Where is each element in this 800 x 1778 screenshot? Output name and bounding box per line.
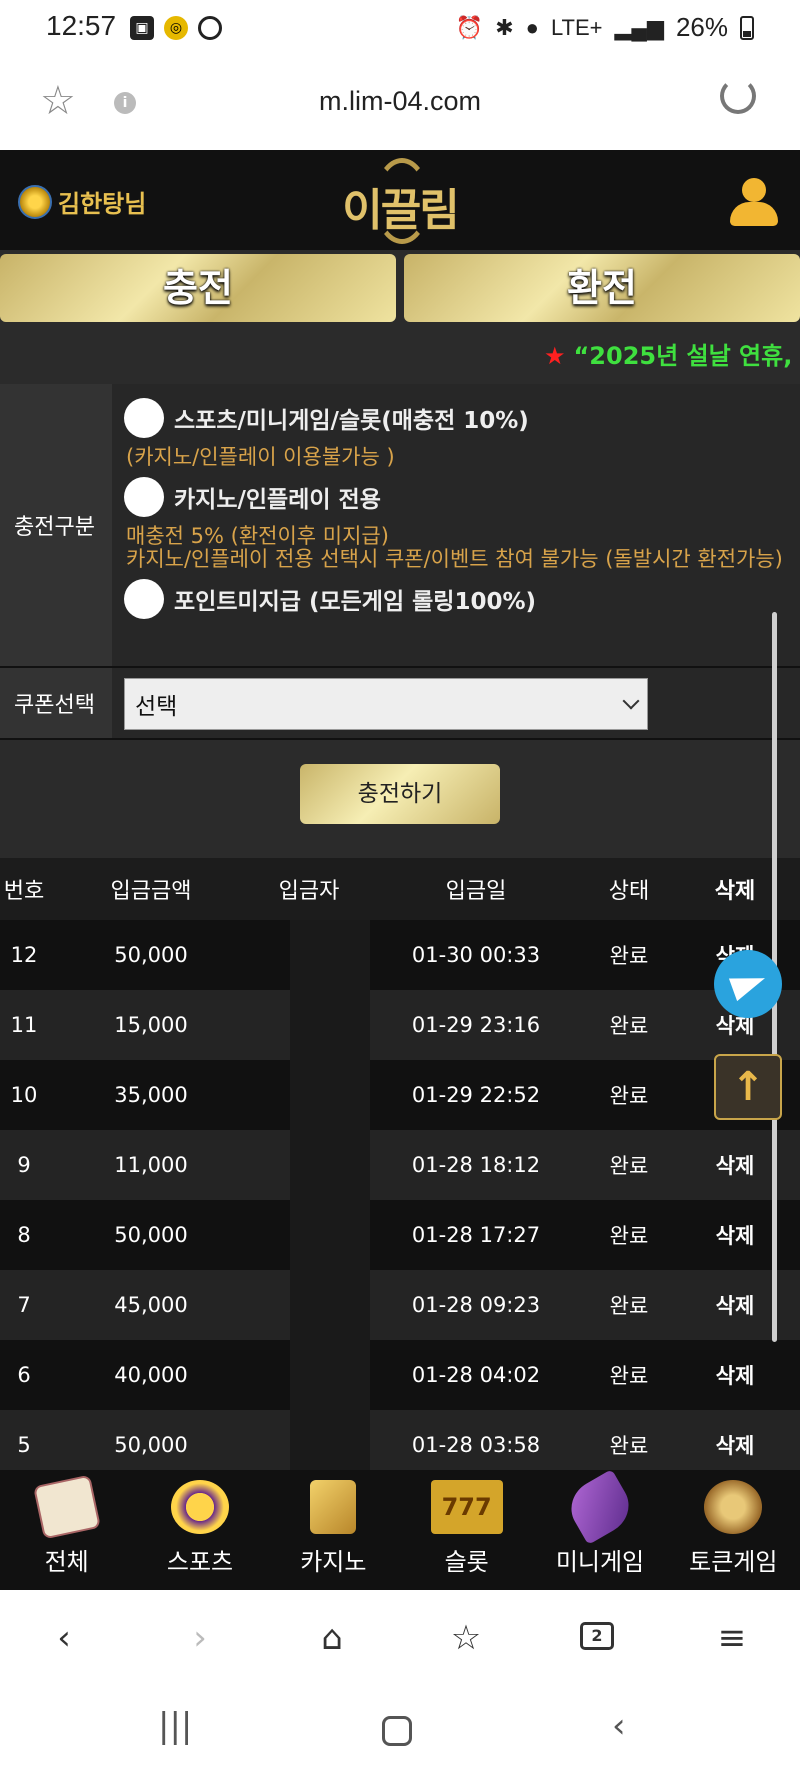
header-no: 번호 — [3, 879, 45, 904]
level-badge-icon — [18, 184, 52, 219]
option-label: 스포츠/미니게임/슬롯(매충전 10%) — [174, 408, 529, 434]
table-row: 10 35,000 01-29 22:52 완료 삭제 — [0, 1060, 800, 1130]
browser-bottom-bar: ‹ › ⌂ ☆ 2 ≡ — [0, 1590, 800, 1678]
table-row: 7 45,000 01-28 09:23 완료 삭제 — [0, 1270, 800, 1340]
system-back-icon[interactable]: ‹ — [612, 1706, 626, 1746]
nav-item-minigame[interactable]: 미니게임 — [533, 1469, 666, 1590]
option-no-point[interactable]: 포인트미지급 (모든게임 롤링100%) — [124, 575, 790, 623]
battery-label: 26% — [675, 12, 728, 42]
user-name: 김한탕님 — [58, 190, 147, 218]
header-delete: 삭제 — [714, 879, 756, 904]
nav-item-sports[interactable]: 스포츠 — [133, 1470, 266, 1590]
card-icon — [310, 1480, 357, 1534]
table-row: 9 11,000 01-28 18:12 완료 삭제 — [0, 1130, 800, 1200]
status-time: 12:57 — [46, 10, 117, 41]
battery-icon — [740, 15, 754, 40]
option-sports[interactable]: 스포츠/미니게임/슬롯(매충전 10%) — [124, 394, 790, 442]
delete-button[interactable]: 삭제 — [670, 1290, 800, 1320]
nav-item-all[interactable]: 전체 — [0, 1470, 133, 1590]
reload-icon[interactable] — [720, 78, 756, 114]
coupon-select[interactable]: 선택 — [124, 678, 648, 730]
tabs-icon[interactable]: 2 — [580, 1622, 614, 1650]
rocket-icon — [561, 1469, 639, 1545]
nav-item-token-game[interactable]: 토큰게임 — [667, 1470, 800, 1590]
star-icon: ★ — [544, 342, 566, 370]
menu-icon[interactable]: ≡ — [712, 1618, 752, 1658]
alarm-icon: ⏰ — [455, 14, 484, 40]
soccer-ball-icon — [170, 1480, 229, 1534]
table-row: 8 50,000 01-28 17:27 완료 삭제 — [0, 1200, 800, 1270]
option-label: 포인트미지급 (모든게임 롤링100%) — [174, 589, 537, 615]
dice-icon — [32, 1474, 101, 1540]
telegram-icon[interactable] — [714, 950, 782, 1018]
system-nav-bar: ||| ‹ — [0, 1678, 800, 1778]
option-note: (카지노/인플레이 이용불가능 ) — [126, 445, 395, 469]
deposit-form: 충전구분 스포츠/미니게임/슬롯(매충전 10%) (카지노/인플레이 이용불가… — [0, 384, 800, 740]
coupon-selected-value: 선택 — [135, 694, 178, 720]
logo-text: 이끌림 — [342, 185, 459, 236]
deposit-withdraw-tabs: 충전 환전 — [0, 254, 800, 324]
steering-wheel-outline-icon — [198, 16, 222, 40]
steering-wheel-icon: ◎ — [164, 16, 188, 40]
header-date: 입금일 — [445, 879, 507, 904]
system-home-icon[interactable] — [382, 1716, 412, 1746]
coupon-row: 쿠폰선택 선택 — [0, 668, 800, 740]
table-row: 12 50,000 01-30 00:33 완료 삭제 — [0, 920, 800, 990]
location-icon: ● — [525, 14, 539, 40]
coupon-label: 쿠폰선택 — [0, 668, 112, 738]
slot-777-icon: 777 — [430, 1480, 503, 1534]
delete-button[interactable]: 삭제 — [670, 1430, 800, 1460]
forward-icon[interactable]: › — [180, 1618, 220, 1658]
header-amount: 입금금액 — [110, 879, 192, 904]
deposit-submit-button[interactable]: 충전하기 — [300, 764, 500, 824]
table-header: 번호 입금금액 입금자 입금일 상태 삭제 — [0, 858, 800, 920]
radio-button[interactable] — [124, 477, 164, 517]
category-label: 충전구분 — [0, 384, 112, 666]
home-icon[interactable]: ⌂ — [312, 1618, 352, 1658]
url-field[interactable]: m.lim-04.com — [0, 86, 800, 117]
site-header: 김한탕님 이끌림 — [0, 150, 800, 250]
signal-icon: ▂▄▆ — [614, 14, 664, 40]
header-depositor: 입금자 — [278, 879, 340, 904]
user-info[interactable]: 김한탕님 — [18, 184, 146, 219]
header-status: 상태 — [608, 879, 650, 904]
notice-ticker: ★ “2025년 설날 연휴, 복 — [0, 324, 800, 384]
bookmarks-icon[interactable]: ☆ — [446, 1618, 486, 1658]
nav-item-slot[interactable]: 777 슬롯 — [400, 1470, 533, 1590]
nav-item-casino[interactable]: 카지노 — [267, 1470, 400, 1590]
withdraw-tab-button[interactable]: 환전 — [404, 254, 800, 322]
table-row: 5 50,000 01-28 03:58 완료 삭제 — [0, 1410, 800, 1470]
option-casino[interactable]: 카지노/인플레이 전용 — [124, 473, 790, 521]
scroll-to-top-button[interactable]: ↑ — [714, 1054, 782, 1120]
delete-button[interactable]: 삭제 — [670, 1360, 800, 1390]
table-body: 12 50,000 01-30 00:33 완료 삭제 11 15,000 01… — [0, 920, 800, 1470]
option-label: 카지노/인플레이 전용 — [174, 487, 381, 513]
chevron-down-icon — [622, 692, 640, 710]
depositor-column-mask — [290, 920, 370, 1470]
deposit-tab-button[interactable]: 충전 — [0, 254, 396, 322]
ticker-text: “2025년 설날 연휴, 복 — [573, 342, 800, 370]
game-category-nav: 전체 스포츠 카지노 777 슬롯 미니게임 토큰게임 — [0, 1469, 800, 1590]
radio-button[interactable] — [124, 579, 164, 619]
category-row: 충전구분 스포츠/미니게임/슬롯(매충전 10%) (카지노/인플레이 이용불가… — [0, 384, 800, 668]
table-row: 11 15,000 01-29 23:16 완료 삭제 — [0, 990, 800, 1060]
option-note: 매충전 5% (환전이후 미지급) 카지노/인플레이 전용 선택시 쿠폰/이벤트… — [126, 524, 783, 571]
back-icon[interactable]: ‹ — [44, 1618, 84, 1658]
delete-button[interactable]: 삭제 — [670, 1150, 800, 1180]
recent-apps-icon[interactable]: ||| — [158, 1706, 192, 1746]
table-row: 6 40,000 01-28 04:02 완료 삭제 — [0, 1340, 800, 1410]
browser-url-bar: ☆ i m.lim-04.com — [0, 56, 800, 150]
status-bar: 12:57 ▣ ◎ ⏰ ✱ ● LTE+ ▂▄▆ 26% — [0, 0, 800, 56]
deposit-history-table: 번호 입금금액 입금자 입금일 상태 삭제 12 50,000 01-30 00… — [0, 858, 800, 1470]
page-content: 김한탕님 이끌림 충전 환전 ★ “2025년 설날 연휴, 복 충전구분 스포츠… — [0, 150, 800, 1470]
gallery-icon: ▣ — [130, 16, 154, 40]
roulette-icon — [704, 1480, 763, 1534]
network-label: LTE+ — [550, 14, 603, 40]
delete-button[interactable]: 삭제 — [670, 1220, 800, 1250]
site-logo[interactable]: 이끌림 — [330, 158, 470, 246]
bluetooth-icon: ✱ — [495, 14, 514, 40]
radio-button[interactable] — [124, 398, 164, 438]
profile-icon[interactable] — [730, 178, 778, 228]
